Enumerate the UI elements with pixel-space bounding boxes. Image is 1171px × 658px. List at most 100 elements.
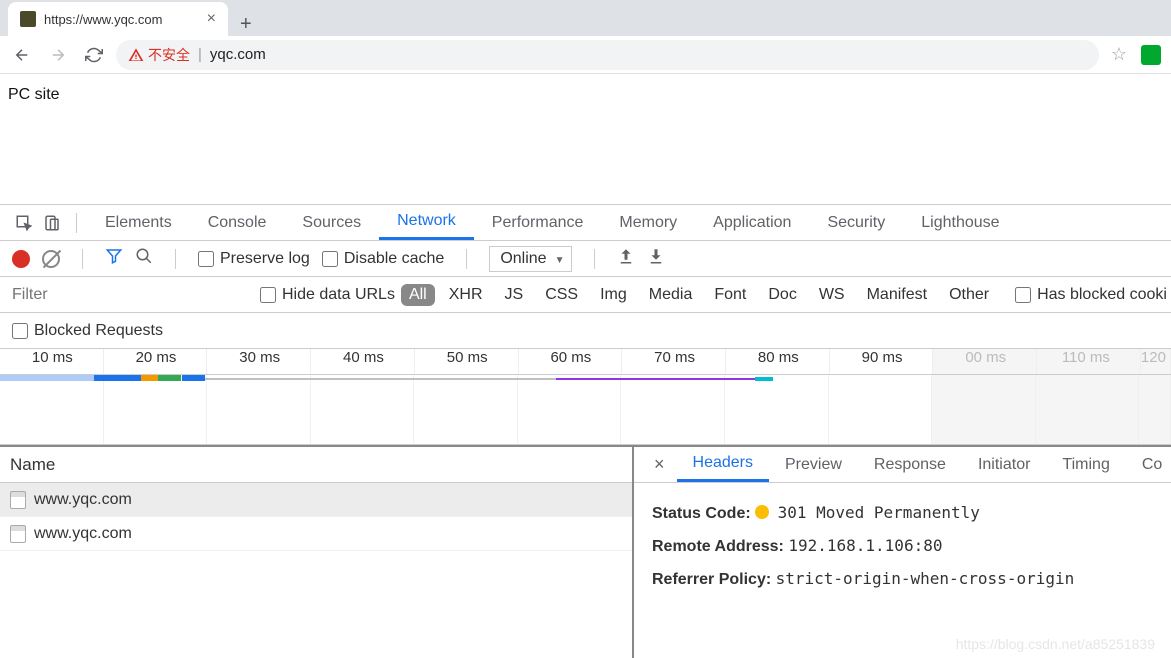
document-icon (10, 491, 26, 509)
waterfall-bar (94, 375, 141, 381)
hide-data-urls-input[interactable] (260, 287, 276, 303)
tab-application[interactable]: Application (695, 205, 809, 240)
close-icon[interactable]: × (207, 10, 216, 28)
filter-icon[interactable] (105, 247, 123, 270)
tab-title: https://www.yqc.com (44, 12, 162, 27)
wf-tick: 40 ms (311, 349, 415, 374)
device-toolbar-icon[interactable] (38, 209, 66, 237)
bookmark-button[interactable]: ☆ (1107, 43, 1131, 67)
detail-tabbar: × Headers Preview Response Initiator Tim… (634, 447, 1171, 483)
referrer-policy-value: strict-origin-when-cross-origin (776, 569, 1075, 588)
filter-type-media[interactable]: Media (641, 284, 701, 306)
wf-tick: 20 ms (104, 349, 208, 374)
filter-type-other[interactable]: Other (941, 284, 997, 306)
waterfall-header[interactable]: 10 ms 20 ms 30 ms 40 ms 50 ms 60 ms 70 m… (0, 349, 1171, 375)
back-button[interactable] (8, 41, 36, 69)
separator (82, 249, 83, 269)
request-name: www.yqc.com (34, 525, 132, 543)
reload-button[interactable] (80, 41, 108, 69)
waterfall-bar (205, 378, 556, 380)
tab-console[interactable]: Console (190, 205, 285, 240)
forward-button[interactable] (44, 41, 72, 69)
tab-memory[interactable]: Memory (601, 205, 695, 240)
clear-button[interactable] (42, 250, 60, 268)
evernote-extension-icon[interactable] (1139, 43, 1163, 67)
disable-cache-checkbox[interactable]: Disable cache (322, 250, 445, 268)
detail-tab-cookies[interactable]: Co (1126, 447, 1171, 482)
security-warning: 不安全 (128, 45, 190, 65)
detail-tab-initiator[interactable]: Initiator (962, 447, 1046, 482)
devtools-tabbar: Elements Console Sources Network Perform… (0, 205, 1171, 241)
referrer-policy-label: Referrer Policy: (652, 571, 771, 588)
detail-body: Status Code: 301 Moved Permanently Remot… (634, 483, 1171, 610)
column-name: Name (10, 455, 55, 475)
wf-tick: 90 ms (830, 349, 934, 374)
has-blocked-checkbox[interactable]: Has blocked cooki (1015, 286, 1167, 304)
filter-input[interactable] (4, 281, 254, 309)
waterfall-body[interactable] (0, 375, 1171, 445)
tab-lighthouse[interactable]: Lighthouse (903, 205, 1017, 240)
browser-tab[interactable]: https://www.yqc.com × (8, 2, 228, 36)
filter-type-all[interactable]: All (401, 284, 435, 306)
preserve-log-label: Preserve log (220, 250, 310, 268)
new-tab-button[interactable]: + (228, 13, 264, 36)
inspect-element-icon[interactable] (10, 209, 38, 237)
wf-tick: 10 ms (0, 349, 104, 374)
filter-type-doc[interactable]: Doc (760, 284, 804, 306)
preserve-log-checkbox[interactable]: Preserve log (198, 250, 310, 268)
waterfall-bar (158, 375, 181, 381)
request-detail: × Headers Preview Response Initiator Tim… (634, 447, 1171, 658)
record-button[interactable] (12, 250, 30, 268)
filter-type-ws[interactable]: WS (811, 284, 853, 306)
upload-icon[interactable] (617, 247, 635, 271)
detail-tab-headers[interactable]: Headers (677, 447, 769, 482)
close-detail-button[interactable]: × (642, 454, 677, 475)
has-blocked-label: Has blocked cooki (1037, 286, 1167, 304)
waterfall-bar (0, 375, 94, 381)
status-dot-icon (755, 505, 769, 519)
has-blocked-input[interactable] (1015, 287, 1031, 303)
request-row[interactable]: www.yqc.com (0, 483, 632, 517)
tab-strip: https://www.yqc.com × + (0, 0, 1171, 36)
security-label: 不安全 (148, 45, 190, 65)
tab-performance[interactable]: Performance (474, 205, 602, 240)
filter-type-manifest[interactable]: Manifest (859, 284, 935, 306)
tab-sources[interactable]: Sources (284, 205, 379, 240)
status-code-row: Status Code: 301 Moved Permanently (652, 497, 1153, 530)
separator (76, 213, 77, 233)
status-code-label: Status Code: (652, 505, 751, 522)
waterfall-bar (182, 375, 205, 381)
filter-type-css[interactable]: CSS (537, 284, 586, 306)
filter-type-img[interactable]: Img (592, 284, 635, 306)
tab-network[interactable]: Network (379, 205, 474, 240)
omnibox[interactable]: 不安全 | yqc.com (116, 40, 1099, 70)
blocked-requests-bar: Blocked Requests (0, 313, 1171, 349)
blocked-requests-input[interactable] (12, 323, 28, 339)
detail-tab-response[interactable]: Response (858, 447, 962, 482)
blocked-requests-checkbox[interactable]: Blocked Requests (12, 322, 163, 340)
tab-security[interactable]: Security (809, 205, 903, 240)
network-filter-bar: Hide data URLs All XHR JS CSS Img Media … (0, 277, 1171, 313)
document-icon (10, 525, 26, 543)
filter-type-font[interactable]: Font (706, 284, 754, 306)
network-toolbar: Preserve log Disable cache Online (0, 241, 1171, 277)
tab-elements[interactable]: Elements (87, 205, 190, 240)
requests-list-header[interactable]: Name (0, 447, 632, 483)
request-row[interactable]: www.yqc.com (0, 517, 632, 551)
download-icon[interactable] (647, 247, 665, 271)
filter-type-xhr[interactable]: XHR (441, 284, 491, 306)
separator (466, 249, 467, 269)
wf-tick: 110 ms (1037, 349, 1141, 374)
hide-data-urls-checkbox[interactable]: Hide data URLs (260, 286, 395, 304)
wf-tick: 60 ms (519, 349, 623, 374)
detail-tab-preview[interactable]: Preview (769, 447, 858, 482)
detail-tab-timing[interactable]: Timing (1046, 447, 1125, 482)
filter-type-js[interactable]: JS (497, 284, 532, 306)
preserve-log-input[interactable] (198, 251, 214, 267)
search-icon[interactable] (135, 247, 153, 270)
watermark: https://blog.csdn.net/a85251839 (956, 636, 1155, 652)
requests-list: Name www.yqc.com www.yqc.com (0, 447, 634, 658)
status-code-value: 301 Moved Permanently (778, 503, 980, 522)
disable-cache-input[interactable] (322, 251, 338, 267)
throttle-select[interactable]: Online (489, 246, 571, 272)
